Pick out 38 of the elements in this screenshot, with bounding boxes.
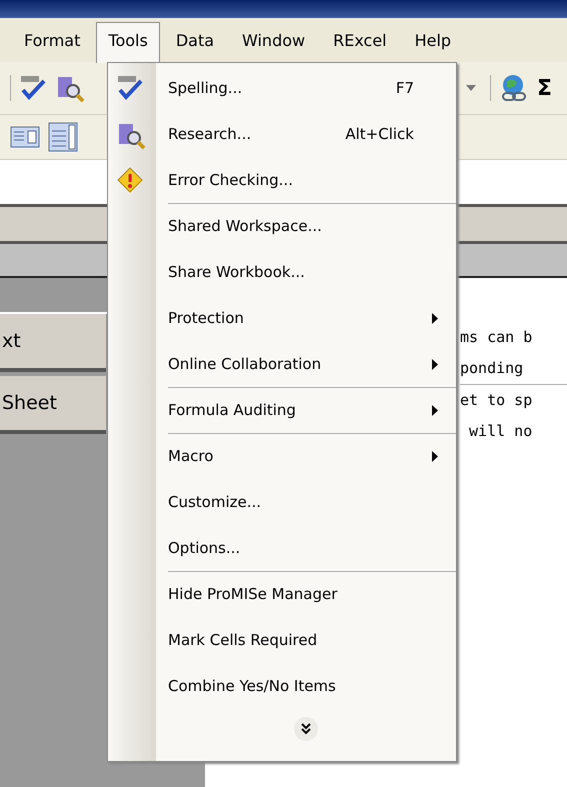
menu-option[interactable]: Macro (156, 433, 456, 479)
menu-item[interactable]: Window (230, 22, 318, 58)
menu-option[interactable]: Formula Auditing (156, 387, 456, 433)
menu-option[interactable]: Combine Yes/No Items (156, 663, 456, 709)
menu-option[interactable]: Shared Workspace... (156, 203, 456, 249)
menu-option[interactable]: Options... (156, 525, 456, 571)
menu-option[interactable]: Online Collaboration (156, 341, 456, 387)
autosum-button[interactable]: Σ (537, 76, 552, 100)
warning-diamond-icon (116, 166, 144, 194)
menu-option[interactable]: Error Checking... (156, 157, 456, 203)
submenu-arrow-icon (432, 312, 438, 324)
list-form-icon[interactable] (48, 121, 78, 153)
note-text: will no (468, 421, 534, 442)
note-text: ms can b (460, 327, 534, 348)
menu-option[interactable]: Research... Alt+Click (156, 111, 456, 157)
menu-item[interactable]: Help (402, 22, 464, 58)
sheet-button[interactable]: Sheet (0, 376, 106, 434)
note-text: et to sp (460, 390, 534, 411)
spelling-check-icon[interactable] (19, 74, 47, 102)
submenu-arrow-icon (432, 404, 438, 416)
menu-option[interactable]: Share Workbook... (156, 249, 456, 295)
menu-item[interactable]: RExcel (321, 22, 399, 58)
menu-item[interactable]: Format (12, 22, 92, 58)
dropdown-caret-icon[interactable] (466, 85, 476, 91)
menu-option[interactable]: Spelling... F7 (156, 65, 456, 111)
expand-chevron-icon[interactable] (294, 717, 318, 741)
submenu-arrow-icon (432, 358, 438, 370)
menu-option[interactable]: Mark Cells Required (156, 617, 456, 663)
note-text: ponding (460, 353, 567, 385)
submenu-arrow-icon (432, 450, 438, 462)
menu-item[interactable]: Data (164, 22, 226, 58)
spelling-check-icon (116, 74, 144, 102)
menu-option[interactable]: Hide ProMISe Manager (156, 571, 456, 617)
menu-option[interactable]: Protection (156, 295, 456, 341)
sheet-button[interactable]: xt (0, 314, 106, 372)
menu-option[interactable]: Customize... (156, 479, 456, 525)
menu-item[interactable]: Tools (96, 22, 160, 62)
globe-link-icon[interactable] (499, 73, 529, 103)
